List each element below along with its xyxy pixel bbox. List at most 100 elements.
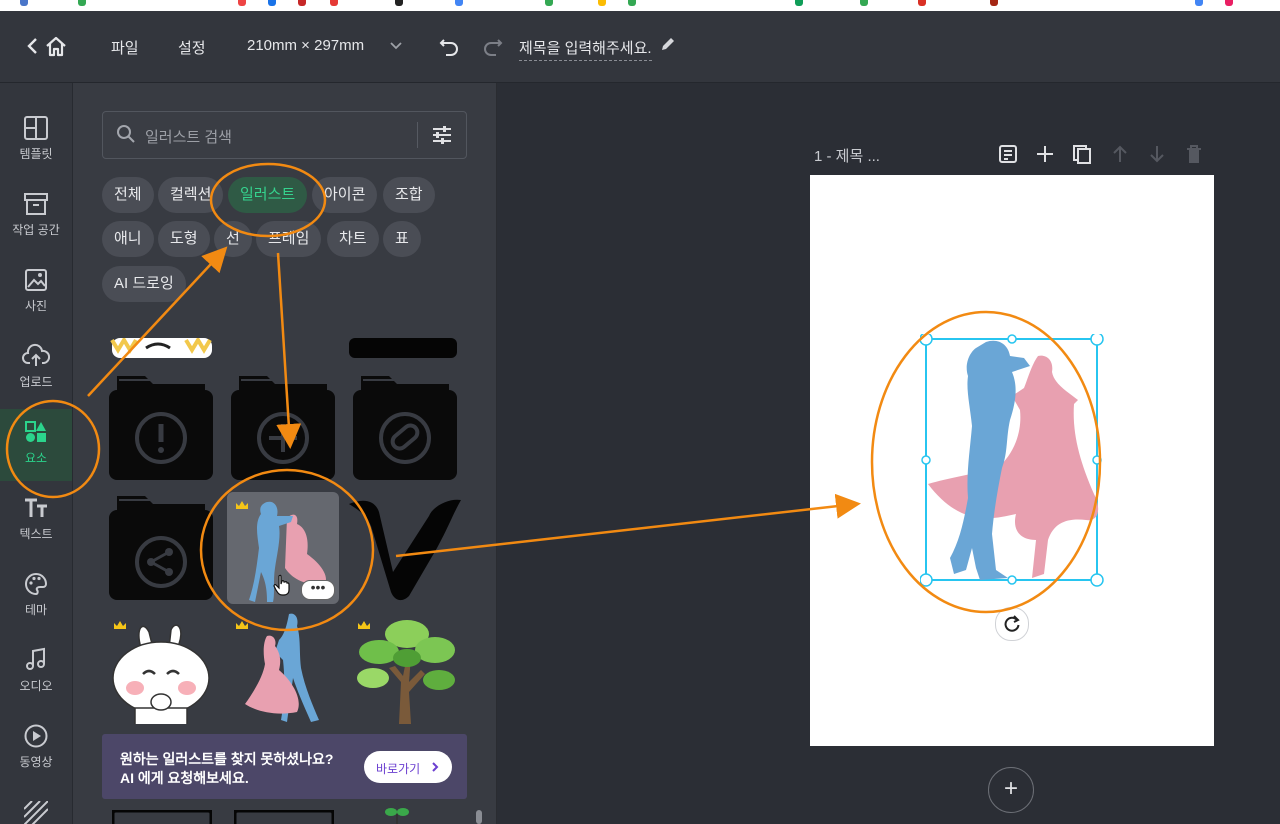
filter-icon[interactable] (431, 125, 453, 145)
search-input[interactable]: 일러스트 검색 (145, 126, 232, 147)
nav-elements[interactable]: 요소 (0, 409, 72, 481)
image-icon (25, 269, 47, 291)
undo-button[interactable] (438, 35, 460, 57)
duplicate-icon[interactable] (1071, 143, 1093, 165)
more-options-button[interactable]: ••• (301, 580, 335, 600)
page-size-value: 210mm × 297mm (247, 37, 365, 54)
home-icon (46, 36, 66, 57)
add-page-label: + (1003, 775, 1018, 802)
bunny-illustration[interactable] (105, 612, 217, 724)
nav-upload[interactable]: 업로드 (0, 333, 72, 405)
chip-ai-drawing[interactable]: AI 드로잉 (102, 266, 186, 302)
memo-icon[interactable] (997, 143, 1019, 165)
folder-share-illustration[interactable] (105, 492, 217, 604)
search-icon (117, 125, 135, 143)
editor-header: 파일 설정 210mm × 297mm 제목을 입력해주세요. (0, 11, 1280, 83)
shapes-icon (25, 421, 46, 442)
nav-text-label: 텍스트 (19, 527, 53, 541)
upload-icon (22, 343, 50, 366)
chip-chart[interactable]: 차트 (327, 221, 379, 257)
go-button-label: 바로가기 (376, 762, 421, 776)
search-divider (417, 122, 418, 148)
nav-workspace[interactable]: 작업 공간 (0, 181, 72, 253)
hand-cursor-icon (273, 574, 290, 596)
go-button[interactable]: 바로가기 (364, 751, 452, 783)
dancers-illustration-hovered[interactable]: ••• (227, 492, 339, 604)
music-icon (26, 647, 45, 670)
character-illustration-thumb[interactable] (106, 338, 218, 360)
add-icon[interactable] (1034, 143, 1056, 165)
palette-icon (25, 572, 48, 596)
chip-combination[interactable]: 조합 (383, 177, 435, 213)
arrow-down-icon[interactable] (1146, 143, 1168, 165)
dancers-figure-2 (245, 613, 319, 722)
left-nav-rail: 템플릿 작업 공간 사진 업로드 요소 텍스트 테마 오디오 동영상 (0, 83, 73, 824)
nav-templates[interactable]: 템플릿 (0, 105, 72, 177)
nav-video-label: 동영상 (19, 755, 53, 769)
chip-illustration[interactable]: 일러스트 (228, 177, 308, 213)
nav-templates-label: 템플릿 (19, 147, 53, 161)
archive-icon (24, 193, 48, 215)
redo-button[interactable] (482, 35, 504, 57)
nav-text[interactable]: 텍스트 (0, 485, 72, 557)
add-page-button[interactable]: + (988, 767, 1034, 813)
nav-audio[interactable]: 오디오 (0, 637, 72, 709)
file-menu[interactable]: 파일 (111, 37, 139, 58)
folder-alert-illustration[interactable] (105, 372, 217, 484)
tree-figure (357, 620, 455, 724)
pattern-icon[interactable] (24, 801, 48, 824)
rotate-icon (1004, 615, 1020, 632)
tree-illustration[interactable] (349, 612, 461, 724)
nav-video[interactable]: 동영상 (0, 713, 72, 785)
back-button[interactable] (26, 37, 42, 57)
ai-banner-line1: 원하는 일러스트를 찾지 못하셨나요? (120, 751, 334, 767)
folder-pill-illustration[interactable] (349, 372, 461, 484)
home-button[interactable] (44, 35, 68, 57)
nav-upload-label: 업로드 (19, 375, 53, 389)
document-title-input[interactable]: 제목을 입력해주세요. (519, 37, 652, 61)
settings-menu[interactable]: 설정 (178, 37, 206, 58)
chip-shape[interactable]: 도형 (158, 221, 210, 257)
chip-frame[interactable]: 프레임 (256, 221, 322, 257)
play-icon (24, 724, 48, 748)
folder-plus-illustration[interactable] (227, 372, 339, 484)
layout-icon (24, 116, 48, 140)
illustration-grid-next-row (102, 806, 467, 824)
search-box[interactable]: 일러스트 검색 (102, 111, 467, 159)
ai-banner-line2: AI 에게 요청해보세요. (120, 770, 249, 786)
page-size-dropdown[interactable]: 210mm × 297mm (247, 37, 407, 57)
page-label[interactable]: 1 - 제목 ... (814, 145, 880, 166)
dancers-pink-illustration[interactable] (227, 612, 339, 724)
chevron-left-icon (27, 38, 37, 54)
nav-audio-label: 오디오 (19, 679, 53, 693)
chip-collection[interactable]: 컬렉션 (158, 177, 224, 213)
arrow-up-icon[interactable] (1109, 143, 1131, 165)
nav-elements-label: 요소 (24, 451, 48, 465)
chevron-down-icon (390, 42, 402, 50)
pencil-icon (659, 35, 677, 58)
panel-scrollbar[interactable] (476, 810, 482, 824)
nav-workspace-label: 작업 공간 (12, 223, 60, 237)
selected-dancers-element[interactable] (920, 334, 1104, 588)
browser-bookmark-strip (0, 0, 1280, 11)
undo-icon (439, 39, 458, 56)
nav-theme-label: 테마 (24, 603, 48, 617)
letter-v-illustration[interactable] (349, 492, 461, 604)
text-icon (25, 498, 47, 517)
redo-icon (484, 39, 503, 56)
chip-table[interactable]: 표 (383, 221, 421, 257)
rotate-handle[interactable] (995, 607, 1029, 641)
illustration-grid: ••• (102, 338, 467, 728)
chevron-right-icon (432, 762, 439, 772)
chip-animation[interactable]: 애니 (102, 221, 154, 257)
trash-icon[interactable] (1183, 143, 1205, 165)
chip-icon[interactable]: 아이콘 (312, 177, 378, 213)
folder-thumb-top[interactable] (349, 338, 461, 360)
nav-photos[interactable]: 사진 (0, 257, 72, 329)
ai-request-banner: 원하는 일러스트를 찾지 못하셨나요? AI 에게 요청해보세요. 바로가기 (102, 734, 467, 799)
nav-theme[interactable]: 테마 (0, 561, 72, 633)
v-shape (349, 499, 461, 601)
chip-line[interactable]: 선 (214, 221, 252, 257)
chip-all[interactable]: 전체 (102, 177, 154, 213)
nav-photos-label: 사진 (24, 299, 48, 313)
